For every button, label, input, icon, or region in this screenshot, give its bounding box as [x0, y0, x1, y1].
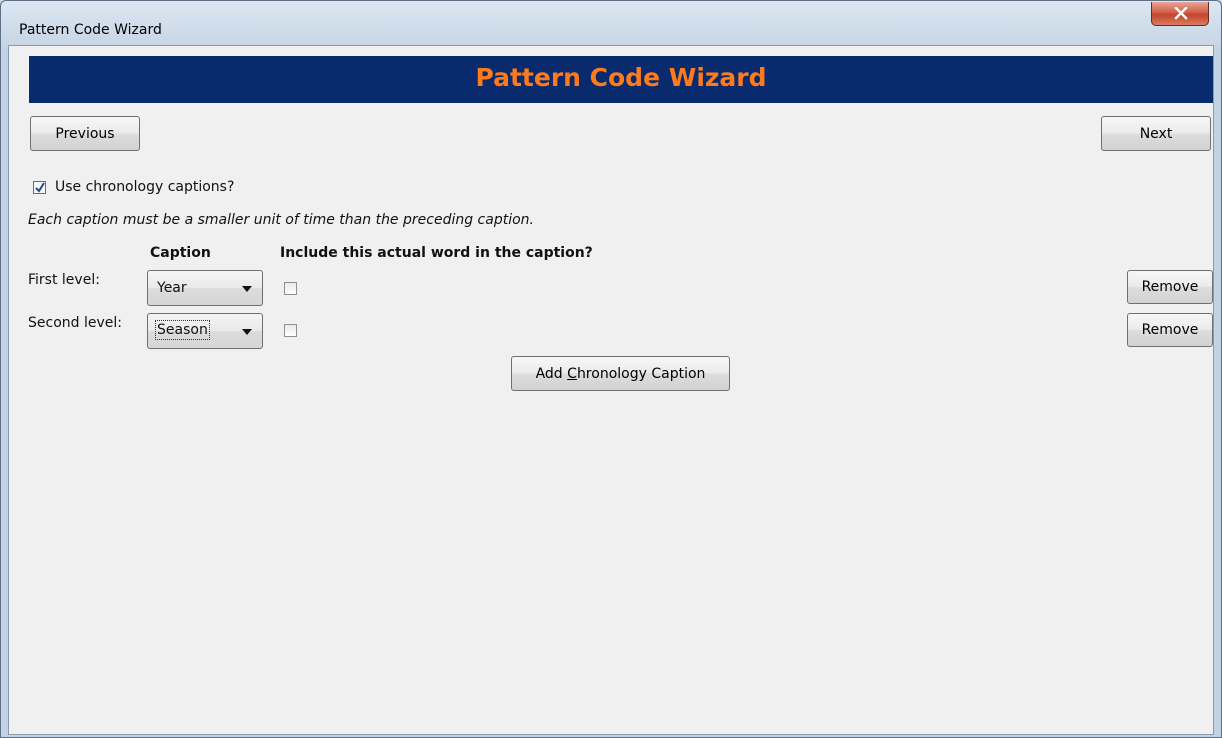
include-word-column-header: Include this actual word in the caption? [280, 245, 593, 261]
chronology-hint: Each caption must be a smaller unit of t… [28, 212, 534, 228]
second-level-include-checkbox[interactable] [284, 324, 297, 337]
second-level-label: Second level: [28, 315, 122, 331]
second-level-remove-button[interactable]: Remove [1127, 313, 1213, 347]
title-bar[interactable]: Pattern Code Wizard [1, 1, 1221, 45]
window-title: Pattern Code Wizard [19, 22, 162, 38]
add-label-pre: Add [535, 365, 568, 382]
second-level-caption-select[interactable]: Season [147, 313, 263, 349]
banner-title: Pattern Code Wizard [475, 63, 767, 92]
previous-button[interactable]: Previous [30, 116, 140, 151]
caption-column-header: Caption [150, 245, 211, 261]
add-label-mnemonic: C [567, 365, 577, 382]
banner: Pattern Code Wizard [29, 56, 1213, 103]
second-level-caption-value: Season [155, 320, 210, 340]
wizard-content: Pattern Code Wizard Previous Next Use ch… [8, 45, 1214, 735]
first-level-label: First level: [28, 272, 100, 288]
close-button[interactable] [1151, 2, 1209, 26]
close-x-icon [1174, 7, 1188, 20]
first-level-caption-value: Year [157, 280, 187, 296]
use-chronology-checkbox[interactable] [33, 181, 46, 194]
add-label-post: hronology Caption [576, 365, 706, 382]
add-chronology-caption-button[interactable]: Add Chronology Caption [511, 356, 730, 391]
first-level-remove-button[interactable]: Remove [1127, 270, 1213, 304]
first-level-caption-select[interactable]: Year [147, 270, 263, 306]
use-chronology-label[interactable]: Use chronology captions? [55, 179, 234, 195]
checkmark-icon [35, 182, 45, 193]
next-button[interactable]: Next [1101, 116, 1211, 151]
chevron-down-icon [242, 329, 252, 335]
wizard-window: Pattern Code Wizard Pattern Code Wizard … [0, 0, 1222, 738]
chevron-down-icon [242, 286, 252, 292]
first-level-include-checkbox[interactable] [284, 282, 297, 295]
